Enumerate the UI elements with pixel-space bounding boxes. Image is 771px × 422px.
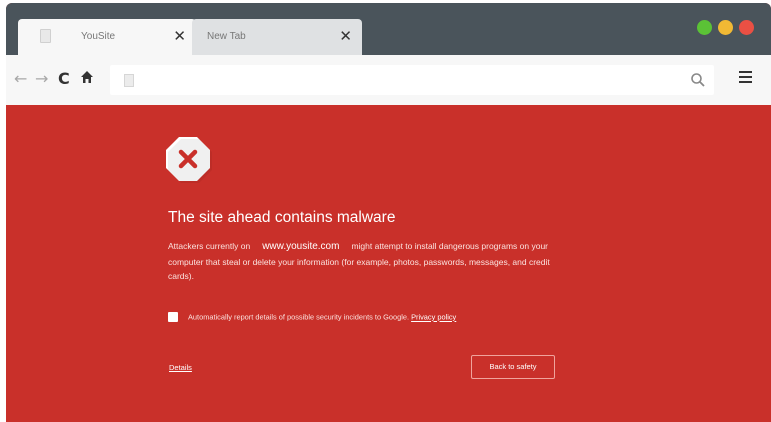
warning-stop-icon [164, 135, 212, 183]
reload-icon[interactable]: C [58, 70, 70, 88]
warning-description: Attackers currently on www.yousite.com mig… [168, 239, 568, 284]
menu-icon[interactable] [739, 71, 752, 83]
details-link[interactable]: Details [169, 363, 192, 372]
minimize-button[interactable] [718, 20, 733, 35]
arrow-left-icon[interactable]: ← [14, 70, 27, 88]
back-to-safety-button[interactable]: Back to safety [471, 355, 555, 379]
report-label: Automatically report details of possible… [188, 312, 410, 322]
tab-title: YouSite [81, 31, 116, 42]
toolbar: ← → C [6, 55, 771, 105]
description-prefix: Attackers currently on [168, 241, 251, 251]
tab-yousite[interactable]: YouSite ✕ [18, 19, 196, 55]
tab-title: New Tab [207, 31, 246, 42]
privacy-policy-link[interactable]: Privacy policy [411, 313, 456, 322]
search-icon[interactable] [690, 72, 706, 88]
page-icon [40, 29, 51, 43]
close-icon[interactable]: ✕ [173, 27, 186, 45]
browser-window: YouSite ✕ New Tab ✕ ← → C The site ahead… [6, 3, 771, 422]
report-checkbox[interactable] [168, 312, 178, 323]
report-option: Automatically report details of possible… [168, 312, 456, 326]
page-icon [124, 74, 134, 87]
address-bar[interactable] [110, 65, 714, 95]
close-icon[interactable]: ✕ [339, 27, 352, 45]
arrow-right-icon[interactable]: → [35, 70, 48, 88]
tab-new-tab[interactable]: New Tab ✕ [192, 19, 362, 55]
title-bar: YouSite ✕ New Tab ✕ [6, 3, 771, 55]
home-icon[interactable] [80, 70, 94, 88]
malware-warning-page: The site ahead contains malware Attacker… [6, 105, 771, 422]
maximize-button[interactable] [697, 20, 712, 35]
close-window-button[interactable] [739, 20, 754, 35]
page-title: The site ahead contains malware [168, 209, 396, 226]
site-domain: www.yousite.com [262, 241, 340, 252]
